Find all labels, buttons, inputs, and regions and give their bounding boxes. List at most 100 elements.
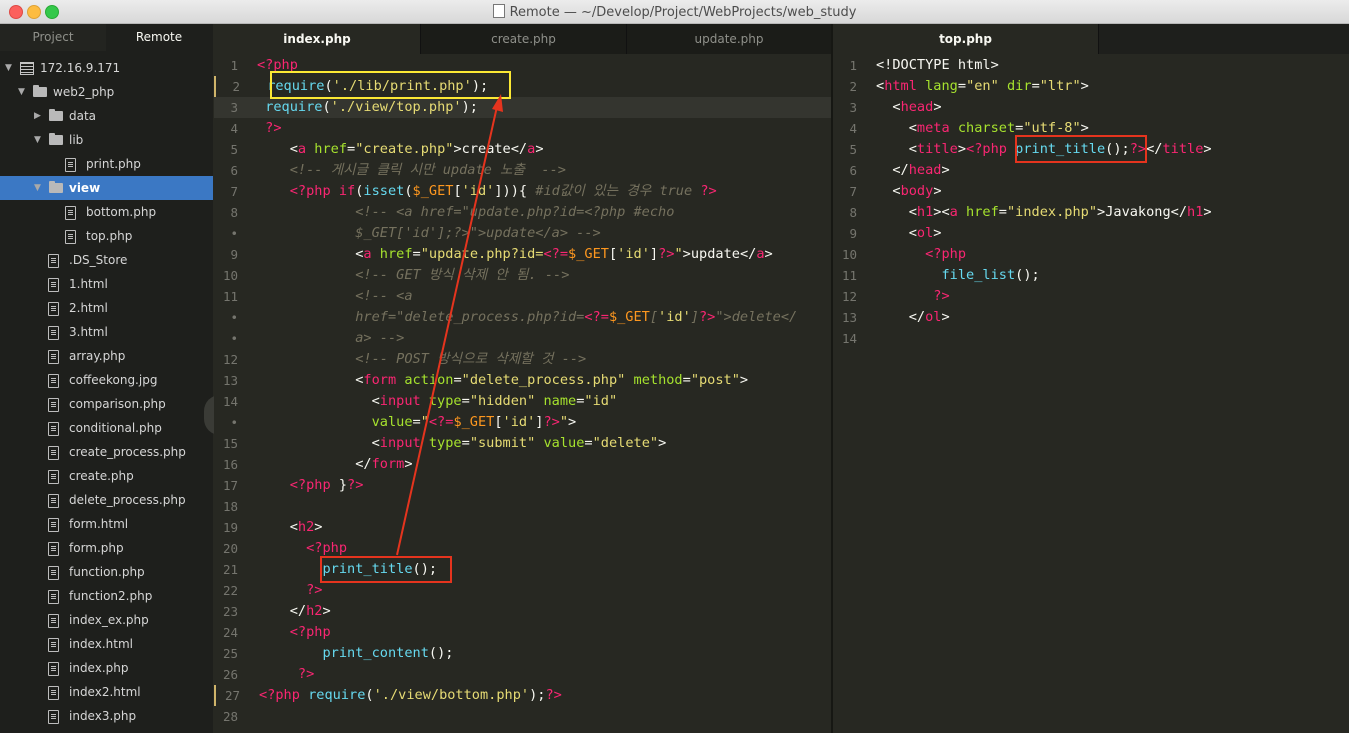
- tree-item-label: coffeekong.jpg: [69, 373, 158, 387]
- tree-item[interactable]: index.html: [0, 632, 213, 656]
- editor-pane-right: top.php 1 <!DOCTYPE html> 2 <html lang="en"…: [833, 24, 1349, 733]
- line-number: 21: [222, 562, 238, 577]
- code-text: <!-- <a: [257, 288, 413, 304]
- code-line: 26 ?>: [214, 664, 831, 685]
- tree-item[interactable]: index3.php: [0, 704, 213, 728]
- tree-item[interactable]: 3.html: [0, 320, 213, 344]
- code-line: 13 <form action="delete_process.php" met…: [214, 370, 831, 391]
- tree-item[interactable]: 2.html: [0, 296, 213, 320]
- tree-item[interactable]: index.php: [0, 656, 213, 680]
- code-text: print_content();: [322, 645, 454, 661]
- tree-item[interactable]: index_ex.php: [0, 608, 213, 632]
- line-number: 20: [222, 541, 238, 556]
- tree-item[interactable]: function2.php: [0, 584, 213, 608]
- code-line: 9 <ol>: [833, 223, 1349, 244]
- chevron-down-icon[interactable]: ▼: [5, 56, 12, 80]
- tree-item-label: function2.php: [69, 589, 153, 603]
- code-text: <input type="submit" value="delete">: [257, 435, 667, 451]
- editor-tabbar-left: index.php create.php update.php: [214, 24, 831, 54]
- tab-create-php[interactable]: create.php: [421, 24, 627, 54]
- line-number: •: [230, 331, 238, 346]
- tab-update-php[interactable]: update.php: [627, 24, 831, 54]
- line-number: 10: [841, 247, 857, 262]
- tree-item-label: view: [69, 181, 101, 195]
- tree-item[interactable]: conditional.php: [0, 416, 213, 440]
- code-line: • $_GET['id'];?>">update</a> -->: [214, 223, 831, 244]
- tree-item[interactable]: create_process.php: [0, 440, 213, 464]
- tree-item[interactable]: ▼ 172.16.9.171: [0, 56, 213, 80]
- tree-item[interactable]: ▼ view: [0, 176, 213, 200]
- code-text: <!-- 게시글 클릭 시만 update 노출 -->: [257, 162, 566, 178]
- tree-item-label: array.php: [69, 349, 126, 363]
- line-number: 3: [230, 100, 238, 115]
- tree-item[interactable]: index2.html: [0, 680, 213, 704]
- tree-item[interactable]: ▶ data: [0, 104, 213, 128]
- code-text: <ol>: [876, 225, 942, 241]
- tree-item[interactable]: top.php: [0, 224, 213, 248]
- tree-item[interactable]: ▼ lib: [0, 128, 213, 152]
- highlight-print-title-top: [1015, 135, 1147, 163]
- file-icon: [65, 206, 76, 220]
- tree-item[interactable]: coffeekong.jpg: [0, 368, 213, 392]
- tree-item[interactable]: bottom.php: [0, 200, 213, 224]
- tree-item[interactable]: function.php: [0, 560, 213, 584]
- tree-item[interactable]: ▼ web2_php: [0, 80, 213, 104]
- code-line: 11 file_list();: [833, 265, 1349, 286]
- sidebar-tab-remote[interactable]: Remote: [106, 24, 212, 51]
- code-line: • href="delete_process.php?id=<?=$_GET['…: [214, 307, 831, 328]
- code-line: 9 <a href="update.php?id=<?=$_GET['id']?…: [214, 244, 831, 265]
- tree-item[interactable]: form.php: [0, 536, 213, 560]
- tree-item-label: data: [69, 109, 97, 123]
- code-line: 6 </head>: [833, 160, 1349, 181]
- sidebar-tab-project[interactable]: Project: [0, 24, 106, 51]
- file-icon: [48, 278, 59, 292]
- tab-top-php[interactable]: top.php: [833, 24, 1099, 54]
- tree-item-label: .DS_Store: [69, 253, 128, 267]
- code-text: <!-- GET 방식 삭제 안 됨. -->: [257, 267, 570, 283]
- server-icon: [20, 62, 34, 75]
- code-text: value="<?=$_GET['id']?>">: [371, 414, 577, 430]
- code-text: ?>: [257, 582, 323, 598]
- line-number: 6: [230, 163, 238, 178]
- file-icon: [48, 326, 59, 340]
- file-icon: [48, 638, 59, 652]
- chevron-right-icon[interactable]: ▶: [34, 104, 41, 128]
- code-text: href="delete_process.php?id=<?=$_GET['id…: [257, 309, 798, 325]
- code-line: 28: [214, 706, 831, 727]
- tree-item[interactable]: delete_process.php: [0, 488, 213, 512]
- tree-item-label: index2.html: [69, 685, 141, 699]
- file-icon: [65, 158, 76, 172]
- line-number: •: [230, 226, 238, 241]
- tree-item[interactable]: form.html: [0, 512, 213, 536]
- tree-item-label: print.php: [86, 157, 141, 171]
- file-icon: [48, 686, 59, 700]
- chevron-down-icon[interactable]: ▼: [18, 80, 25, 104]
- code-line: 22 ?>: [214, 580, 831, 601]
- chevron-down-icon[interactable]: ▼: [34, 176, 41, 200]
- sidebar: Project Remote ▼ 172.16.9.171 ▼ web2_php ▶ da…: [0, 24, 213, 733]
- tree-item[interactable]: .DS_Store: [0, 248, 213, 272]
- tree-item[interactable]: create.php: [0, 464, 213, 488]
- highlight-print-title-call: [320, 556, 452, 583]
- tree-item[interactable]: comparison.php: [0, 392, 213, 416]
- file-icon: [48, 590, 59, 604]
- code-line: 14: [833, 328, 1349, 349]
- code-line: 20 <?php: [214, 538, 831, 559]
- sidebar-tabs: Project Remote: [0, 24, 213, 51]
- code-line: 1 <!DOCTYPE html>: [833, 55, 1349, 76]
- code-text: <html lang="en" dir="ltr">: [876, 78, 1089, 94]
- code-editor-left[interactable]: 1 <?php 2 require('./lib/print.php'); 3 req…: [214, 55, 831, 733]
- tree-item[interactable]: print.php: [0, 152, 213, 176]
- line-number: 14: [222, 394, 238, 409]
- file-icon: [48, 614, 59, 628]
- tree-item[interactable]: array.php: [0, 344, 213, 368]
- line-number: •: [230, 310, 238, 325]
- chevron-down-icon[interactable]: ▼: [34, 128, 41, 152]
- tab-index-php[interactable]: index.php: [214, 24, 421, 54]
- code-text: </h2>: [257, 603, 331, 619]
- tree-item-label: 1.html: [69, 277, 108, 291]
- line-number: 4: [230, 121, 238, 136]
- tree-item-label: index3.php: [69, 709, 137, 723]
- file-icon: [48, 398, 59, 412]
- tree-item[interactable]: 1.html: [0, 272, 213, 296]
